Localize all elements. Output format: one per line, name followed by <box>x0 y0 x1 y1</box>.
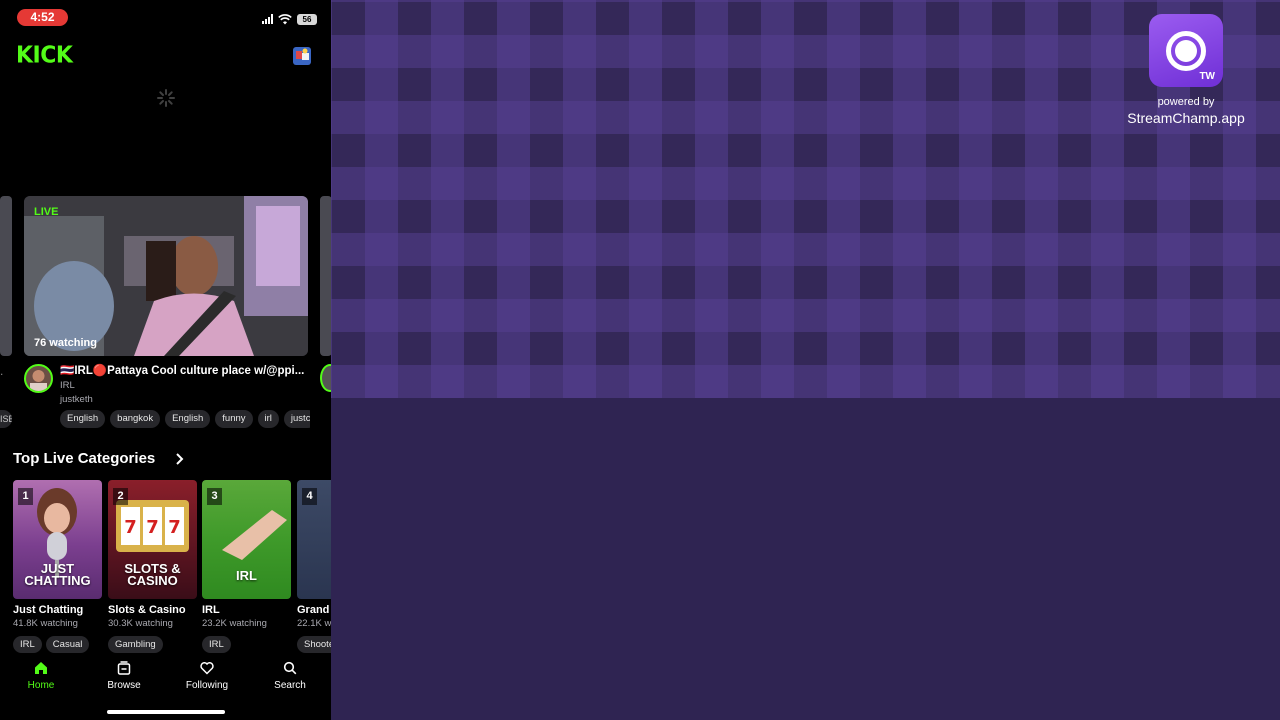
category-art-text: IRL <box>236 568 257 583</box>
category-thumbnail: 7 7 7 2 SLOTS & CASINO <box>108 480 197 599</box>
previous-stream-ellipsis: . <box>0 364 4 378</box>
category-name[interactable]: Slots & Casino <box>108 604 197 616</box>
status-time: 4:52 <box>17 9 68 26</box>
nav-following[interactable]: Following <box>172 661 242 691</box>
stream-tag[interactable]: bangkok <box>110 410 161 428</box>
home-indicator[interactable] <box>107 710 225 714</box>
nav-following-label: Following <box>185 680 229 691</box>
heart-icon <box>200 662 214 675</box>
cellular-signal-icon <box>262 14 273 24</box>
nav-home[interactable]: Home <box>6 661 76 691</box>
category-viewers: 30.3K watching <box>108 618 173 629</box>
category-card-grand[interactable]: 4 Grand 22.1K w Shoote <box>297 480 331 653</box>
stream-tag[interactable]: justc <box>283 410 310 428</box>
category-art-text: JUST CHATTING <box>24 561 91 588</box>
category-rank: 1 <box>18 488 33 505</box>
search-icon <box>283 661 297 675</box>
record-dot-icon <box>1175 40 1197 62</box>
nav-search[interactable]: Search <box>255 661 325 691</box>
category-tags: Shoote <box>297 636 331 653</box>
plaid-background <box>331 0 1280 398</box>
category-tag[interactable]: Casual <box>45 636 90 653</box>
profile-avatar-icon[interactable] <box>291 45 313 67</box>
overlay-stage: TW powered by StreamChamp.app <box>331 0 1280 720</box>
category-card-irl[interactable]: 3 IRL IRL 23.2K watching IRL <box>202 480 291 653</box>
category-viewers: 23.2K watching <box>202 618 267 629</box>
loading-spinner-icon <box>157 89 175 107</box>
category-name[interactable]: Grand <box>297 604 331 616</box>
category-thumbnail: 3 IRL <box>202 480 291 599</box>
stream-tag[interactable]: English <box>60 410 106 428</box>
powered-by-label: powered by <box>1157 96 1215 108</box>
category-name[interactable]: IRL <box>202 604 291 616</box>
category-tag[interactable]: Gambling <box>108 636 163 653</box>
stream-preview-image <box>24 196 308 356</box>
nav-search-label: Search <box>274 680 306 691</box>
category-card-slots-casino[interactable]: 7 7 7 2 SLOTS & CASINO Slots & Casino 30… <box>108 480 197 653</box>
chevron-right-icon[interactable] <box>174 451 186 467</box>
category-thumbnail: 4 <box>297 480 331 599</box>
top-categories-title[interactable]: Top Live Categories <box>13 450 155 467</box>
category-tags: IRL <box>202 636 291 653</box>
category-tags: Gambling <box>108 636 197 653</box>
home-icon <box>35 662 47 674</box>
streamer-avatar[interactable] <box>24 364 53 393</box>
category-rank: 3 <box>207 488 222 505</box>
category-viewers: 22.1K w <box>297 618 331 629</box>
category-tag[interactable]: Shoote <box>297 636 331 653</box>
kick-logo[interactable]: KICK <box>16 42 73 68</box>
streamchamp-app-icon: TW <box>1149 14 1223 87</box>
category-thumbnail: 1 JUST CHATTING <box>13 480 102 599</box>
stream-tag[interactable]: irl <box>257 410 279 428</box>
category-rank: 2 <box>113 488 128 505</box>
stream-title[interactable]: 🇹🇭IRL🔴Pattaya Cool culture place w/@ppi.… <box>60 363 312 377</box>
live-badge: LIVE <box>34 206 59 218</box>
next-stream-card[interactable] <box>320 196 331 356</box>
category-name[interactable]: Just Chatting <box>13 604 102 616</box>
nav-browse[interactable]: Browse <box>89 661 159 691</box>
category-viewers: 41.8K watching <box>13 618 78 629</box>
nav-home-label: Home <box>27 680 55 691</box>
category-tag[interactable]: IRL <box>202 636 231 653</box>
previous-stream-tag[interactable]: ISE <box>0 410 12 428</box>
svg-text:7: 7 <box>168 517 181 538</box>
stream-tag[interactable]: English <box>165 410 211 428</box>
phone-screen: 4:52 56 KICK LIVE 76 watching . ISE 🇹🇭IR… <box>0 0 331 720</box>
status-icons: 56 <box>262 12 317 26</box>
featured-stream-thumbnail[interactable]: LIVE 76 watching <box>24 196 308 356</box>
next-stream-avatar[interactable] <box>320 364 331 392</box>
stream-tags: English bangkok English funny irl justc <box>60 410 310 428</box>
stream-tag[interactable]: funny <box>215 410 253 428</box>
svg-text:7: 7 <box>124 517 137 538</box>
brand-label: StreamChamp.app <box>1127 110 1245 126</box>
viewer-count: 76 watching <box>34 337 97 349</box>
nav-browse-label: Browse <box>107 680 141 691</box>
category-tag[interactable]: IRL <box>13 636 42 653</box>
previous-stream-card[interactable] <box>0 196 12 356</box>
wifi-icon <box>278 13 292 24</box>
bottom-nav: Home Browse Following Search <box>0 655 331 720</box>
browse-icon <box>117 661 131 675</box>
category-art-text: SLOTS & CASINO <box>124 561 181 588</box>
category-rank: 4 <box>302 488 317 505</box>
battery-icon: 56 <box>297 13 317 25</box>
streamer-username[interactable]: justketh <box>60 394 93 405</box>
status-bar: 4:52 56 <box>0 0 331 36</box>
category-tags: IRL Casual <box>13 636 102 653</box>
category-card-just-chatting[interactable]: 1 JUST CHATTING Just Chatting 41.8K watc… <box>13 480 102 653</box>
svg-text:7: 7 <box>146 517 159 538</box>
app-badge: TW <box>1199 71 1215 82</box>
stream-category[interactable]: IRL <box>60 380 75 391</box>
